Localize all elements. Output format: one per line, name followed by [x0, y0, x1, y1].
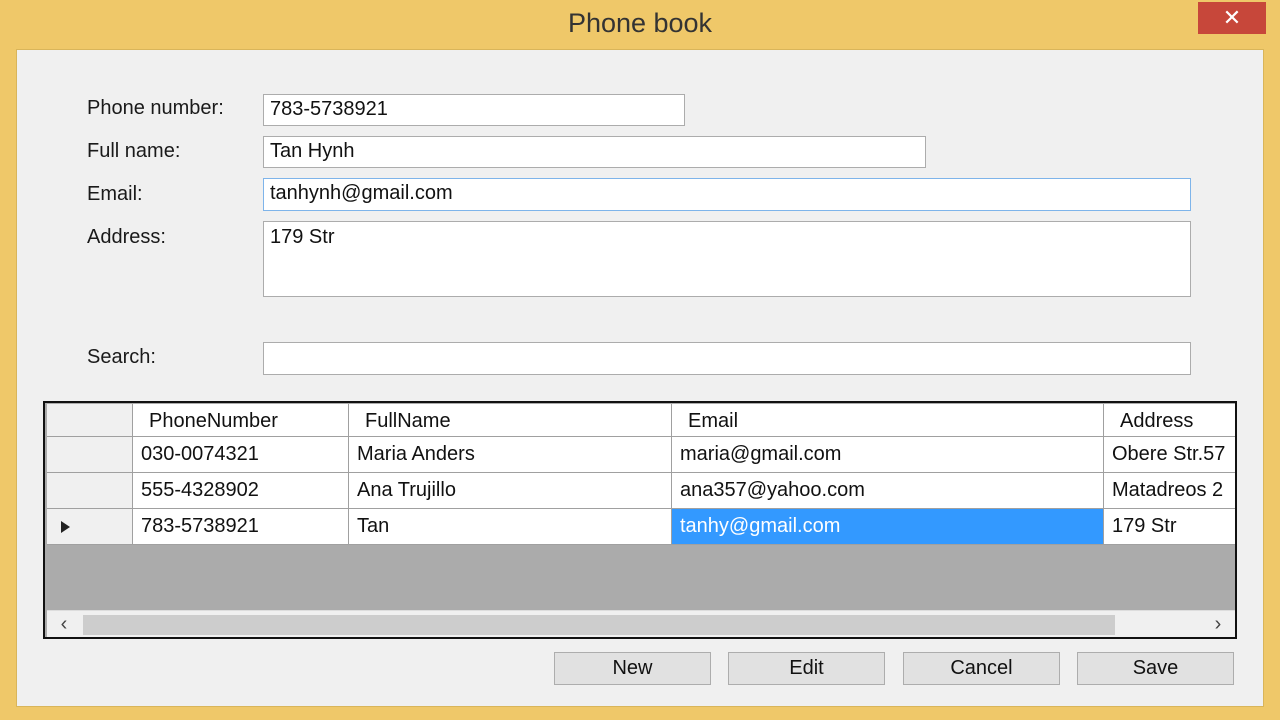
cell-address[interactable]: Matadreos 2: [1104, 473, 1235, 509]
column-header-email[interactable]: Email: [672, 404, 1104, 437]
cell-address[interactable]: Obere Str.57: [1104, 437, 1235, 473]
cell-fullname[interactable]: Tan: [349, 509, 672, 545]
cell-phonenumber[interactable]: 030-0074321: [133, 437, 349, 473]
search-label: Search:: [87, 346, 156, 368]
row-header[interactable]: [47, 437, 133, 473]
phone-number-label: Phone number:: [87, 97, 224, 119]
full-name-input[interactable]: Tan Hynh: [263, 136, 926, 168]
table-row[interactable]: 555-4328902 Ana Trujillo ana357@yahoo.co…: [47, 473, 1235, 509]
grid-corner-cell: [47, 404, 133, 437]
table-row[interactable]: 030-0074321 Maria Anders maria@gmail.com…: [47, 437, 1235, 473]
row-header[interactable]: [47, 509, 133, 545]
edit-button[interactable]: Edit: [728, 652, 885, 685]
email-input[interactable]: tanhynh@gmail.com: [263, 178, 1191, 211]
cell-address[interactable]: 179 Str: [1104, 509, 1235, 545]
column-header-address[interactable]: Address: [1104, 404, 1235, 437]
scroll-right-icon[interactable]: ›: [1201, 611, 1235, 637]
current-row-arrow-icon: [61, 521, 70, 533]
grid-header-row: PhoneNumber FullName Email Address: [47, 404, 1235, 437]
cell-email[interactable]: maria@gmail.com: [672, 437, 1104, 473]
search-input[interactable]: [263, 342, 1191, 375]
full-name-label: Full name:: [87, 140, 181, 162]
cell-fullname[interactable]: Maria Anders: [349, 437, 672, 473]
new-button[interactable]: New: [554, 652, 711, 685]
column-header-fullname[interactable]: FullName: [349, 404, 672, 437]
cell-email-selected[interactable]: tanhy@gmail.com: [672, 509, 1104, 545]
email-label: Email:: [87, 183, 143, 205]
close-button[interactable]: [1198, 2, 1266, 34]
phone-number-input[interactable]: 783-5738921: [263, 94, 685, 126]
cell-phonenumber[interactable]: 555-4328902: [133, 473, 349, 509]
address-textarea[interactable]: 179 Str: [263, 221, 1191, 297]
phone-book-grid[interactable]: PhoneNumber FullName Email Address 030-0…: [43, 401, 1237, 639]
window-title: Phone book: [567, 8, 713, 38]
scroll-thumb[interactable]: [83, 615, 1115, 635]
cell-email[interactable]: ana357@yahoo.com: [672, 473, 1104, 509]
table-row-current[interactable]: 783-5738921 Tan tanhy@gmail.com 179 Str: [47, 509, 1235, 545]
row-header[interactable]: [47, 473, 133, 509]
address-label: Address:: [87, 226, 166, 248]
cancel-button[interactable]: Cancel: [903, 652, 1060, 685]
scroll-left-icon[interactable]: ‹: [47, 611, 81, 637]
column-header-phonenumber[interactable]: PhoneNumber: [133, 404, 349, 437]
save-button[interactable]: Save: [1077, 652, 1234, 685]
horizontal-scrollbar[interactable]: ‹ ›: [47, 610, 1235, 637]
cell-fullname[interactable]: Ana Trujillo: [349, 473, 672, 509]
cell-phonenumber[interactable]: 783-5738921: [133, 509, 349, 545]
